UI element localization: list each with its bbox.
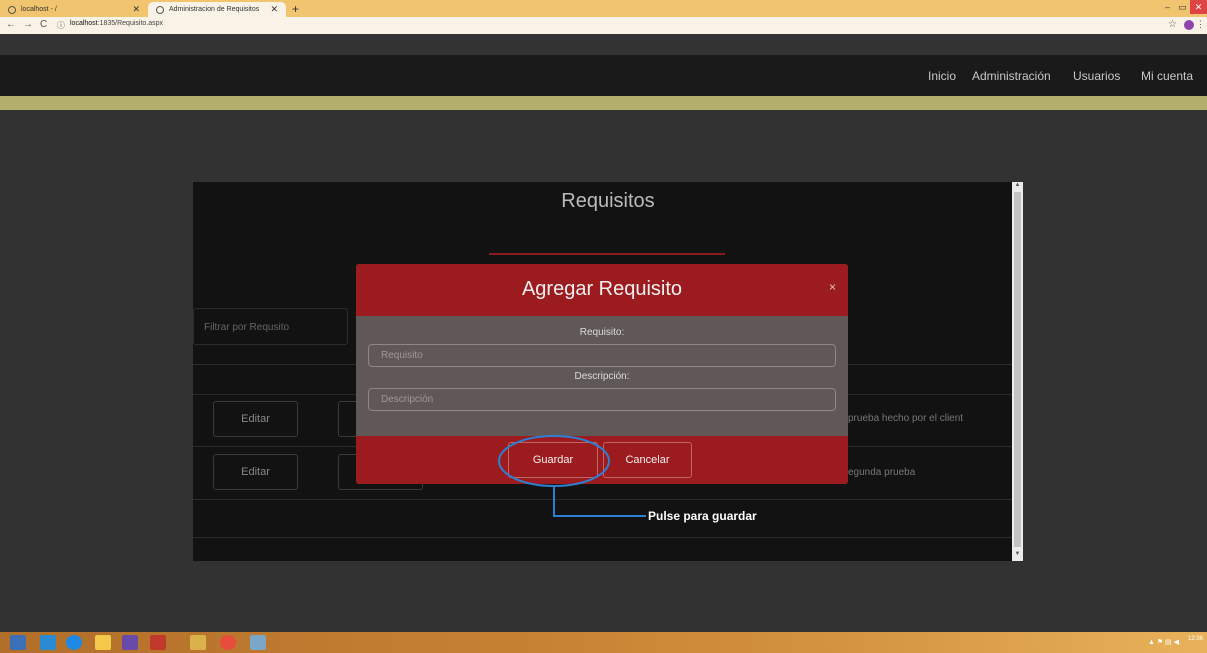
paint-icon[interactable]	[190, 635, 206, 650]
scroll-down-icon[interactable]: ▼	[1012, 551, 1023, 561]
scroll-up-icon[interactable]: ▲	[1012, 182, 1023, 192]
profile-avatar-icon[interactable]	[1184, 20, 1194, 30]
modal-footer: Guardar Cancelar	[356, 436, 848, 484]
tab-label: Administracion de Requisitos	[169, 6, 260, 13]
edit-button[interactable]: Editar	[213, 401, 298, 437]
filter-input[interactable]: Filtrar por Requsito	[193, 308, 348, 345]
modal-title: Agregar Requisito	[521, 278, 683, 300]
system-tray-icons[interactable]: ▲ ⚑ ▤ ◀	[1148, 638, 1179, 646]
start-icon[interactable]	[10, 635, 26, 650]
edit-button[interactable]: Editar	[213, 454, 298, 490]
title-underline	[489, 253, 725, 255]
maximize-icon[interactable]: ▭	[1175, 0, 1190, 14]
close-icon[interactable]: ×	[829, 280, 836, 294]
reload-icon[interactable]: C	[40, 19, 47, 30]
nav-link-mi-cuenta[interactable]: Mi cuenta	[1141, 69, 1193, 83]
divider	[193, 499, 1013, 500]
page-title: Requisitos	[561, 190, 655, 212]
close-window-icon[interactable]: ✕	[1190, 0, 1207, 14]
modal-header: Agregar Requisito ×	[356, 264, 848, 316]
row-description: prueba hecho por el client	[848, 413, 964, 424]
close-tab-icon[interactable]: ✕	[270, 4, 278, 15]
forward-icon[interactable]: →	[23, 19, 33, 30]
save-button[interactable]: Guardar	[508, 442, 598, 478]
back-icon[interactable]: ←	[6, 19, 16, 30]
close-tab-icon[interactable]: ✕	[132, 4, 140, 15]
descripcion-input[interactable]	[368, 388, 836, 411]
scroll-thumb[interactable]	[1014, 192, 1021, 547]
internet-explorer-icon[interactable]	[66, 635, 82, 650]
app-icon[interactable]	[150, 635, 166, 650]
outlook-icon[interactable]	[40, 635, 56, 650]
nav-link-usuarios[interactable]: Usuarios	[1073, 69, 1120, 83]
browser-tab-bar: localhost - / ✕ Administracion de Requis…	[0, 0, 1207, 17]
app-icon[interactable]	[250, 635, 266, 650]
visual-studio-icon[interactable]	[122, 635, 138, 650]
address-bar: ← → C ⓘ localhost:1835/Requisito.aspx ☆ …	[0, 17, 1207, 34]
tab-label: localhost - /	[21, 6, 57, 13]
nav-link-inicio[interactable]: Inicio	[928, 69, 956, 83]
windows-taskbar: ▲ ⚑ ▤ ◀ 12:36	[0, 632, 1207, 653]
window-controls: – ▭ ✕	[1160, 0, 1207, 14]
browser-tab-localhost[interactable]: localhost - / ✕	[0, 2, 148, 17]
divider	[193, 537, 1013, 538]
panel-scrollbar[interactable]: ▲ ▼	[1012, 182, 1023, 561]
bookmark-star-icon[interactable]: ☆	[1168, 19, 1177, 30]
descripcion-label: Descripción:	[574, 371, 630, 382]
nav-link-administracion[interactable]: Administración	[972, 69, 1051, 83]
cancel-button[interactable]: Cancelar	[603, 442, 692, 478]
site-navbar: Inicio Administración Usuarios Mi cuenta	[0, 55, 1207, 96]
requisito-label: Requisito:	[579, 327, 625, 338]
chrome-icon[interactable]	[220, 635, 236, 650]
url-path: :1835/Requisito.aspx	[97, 20, 164, 27]
file-explorer-icon[interactable]	[95, 635, 111, 650]
globe-icon	[8, 5, 16, 14]
browser-menu-icon[interactable]: ⋮	[1196, 19, 1205, 30]
minimize-icon[interactable]: –	[1160, 0, 1175, 14]
accent-band	[0, 96, 1207, 110]
row-description: egunda prueba	[848, 467, 916, 478]
globe-icon	[156, 5, 164, 14]
url-field[interactable]: localhost:1835/Requisito.aspx	[70, 20, 163, 27]
requisito-input[interactable]	[368, 344, 836, 367]
annotation-text: Pulse para guardar	[648, 509, 757, 523]
browser-tab-requisitos[interactable]: Administracion de Requisitos ✕	[148, 2, 286, 17]
info-icon[interactable]: ⓘ	[57, 20, 65, 31]
taskbar-clock[interactable]: 12:36	[1188, 635, 1203, 643]
url-host: localhost	[70, 20, 98, 27]
agregar-requisito-modal: Agregar Requisito × Requisito: Descripci…	[356, 264, 848, 484]
new-tab-icon[interactable]: +	[292, 2, 299, 16]
